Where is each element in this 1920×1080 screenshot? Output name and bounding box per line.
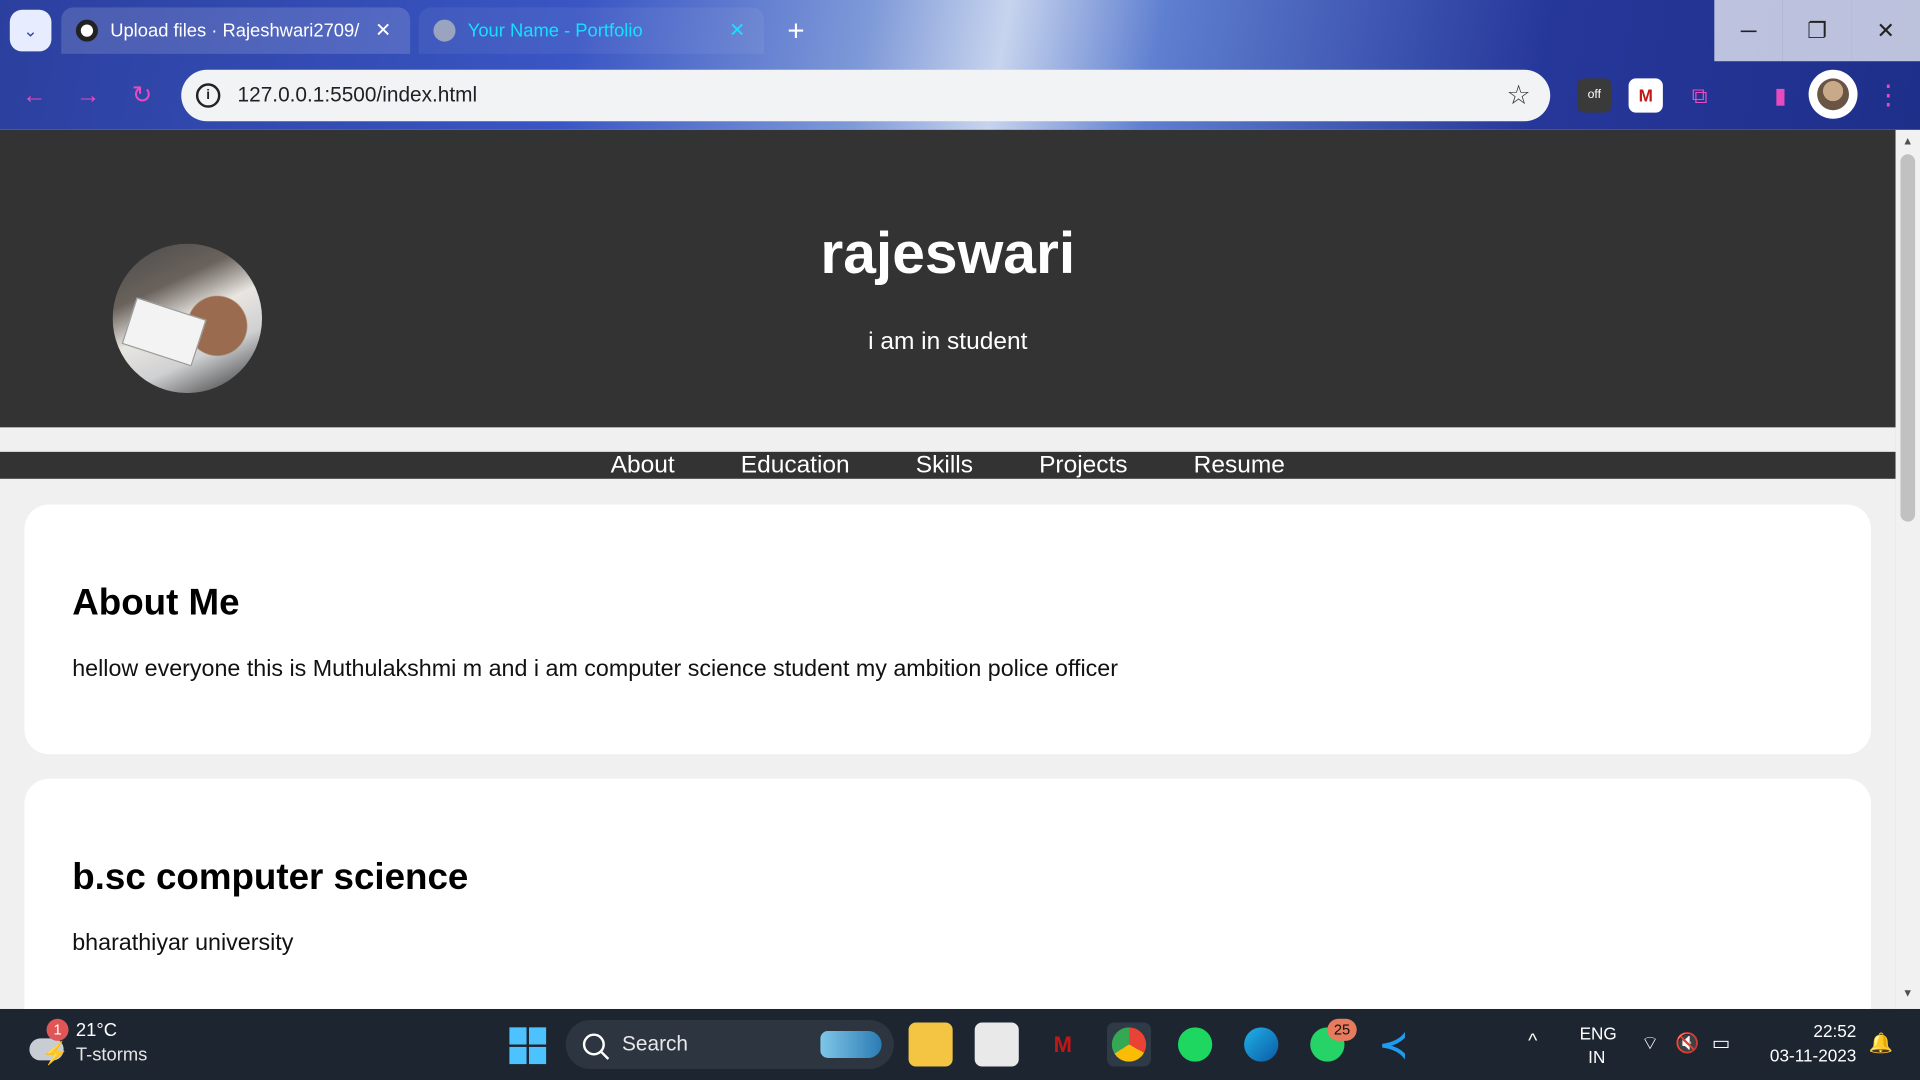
- whatsapp-badge: 25: [1327, 1018, 1357, 1041]
- clock-date[interactable]: 03-11-2023: [1753, 1046, 1856, 1066]
- site-nav: About Education Skills Projects Resume: [0, 451, 1896, 479]
- browser-chrome: ⌄ Upload files · Rajeshwari2709/ ✕ Your …: [0, 0, 1920, 130]
- back-button[interactable]: ←: [17, 78, 51, 112]
- bookmark-star-icon[interactable]: ☆: [1506, 80, 1530, 112]
- search-icon: [582, 1033, 605, 1056]
- puzzle-extensions-icon[interactable]: ⧉: [1682, 78, 1716, 112]
- scroll-up-arrow-icon[interactable]: ▲: [1900, 135, 1915, 147]
- tab-label: Upload files · Rajeshwari2709/: [110, 20, 360, 42]
- mcafee-icon[interactable]: M: [1041, 1022, 1085, 1066]
- minimize-button[interactable]: ─: [1714, 0, 1783, 62]
- weather-condition[interactable]: T-storms: [76, 1044, 147, 1065]
- page-viewport: rajeswari i am in student About Educatio…: [0, 129, 1896, 1009]
- tab-label: Your Name - Portfolio: [467, 20, 643, 42]
- site-header: rajeswari i am in student: [0, 129, 1896, 428]
- nav-link-projects[interactable]: Projects: [1039, 452, 1127, 479]
- screen: ⌄ Upload files · Rajeshwari2709/ ✕ Your …: [0, 0, 1920, 1080]
- about-text: hellow everyone this is Muthulakshmi m a…: [72, 656, 1118, 683]
- clock-time[interactable]: 22:52: [1763, 1021, 1856, 1041]
- education-text: bharathiyar university: [72, 930, 294, 957]
- forward-button[interactable]: →: [71, 78, 105, 112]
- weather-badge: 1: [46, 1018, 69, 1041]
- tab-close-icon[interactable]: ✕: [725, 18, 749, 42]
- address-url[interactable]: 127.0.0.1:5500/index.html: [238, 83, 1507, 107]
- nav-link-resume[interactable]: Resume: [1194, 452, 1285, 479]
- education-heading: b.sc computer science: [72, 857, 469, 898]
- toolbar: ← → ↻ i 127.0.0.1:5500/index.html ☆ off …: [0, 64, 1920, 128]
- taskbar-search-label: Search: [622, 1032, 689, 1056]
- avatar: [1817, 78, 1849, 111]
- spotify-icon[interactable]: [1173, 1022, 1217, 1066]
- new-tab-button[interactable]: +: [779, 15, 813, 49]
- restore-button[interactable]: ❐: [1782, 0, 1852, 62]
- search-highlight-image: [820, 1031, 882, 1058]
- extension-off-icon[interactable]: off: [1577, 78, 1612, 113]
- page-scrollbar[interactable]: ▲ ▼: [1895, 129, 1920, 1009]
- microsoft-store-icon[interactable]: [974, 1022, 1019, 1067]
- address-bar[interactable]: i 127.0.0.1:5500/index.html ☆: [181, 69, 1551, 122]
- volume-muted-icon[interactable]: 🔇: [1675, 1031, 1699, 1055]
- about-section: About Me hellow everyone this is Muthula…: [24, 504, 1872, 755]
- globe-icon: [433, 19, 456, 42]
- tab-upload-files[interactable]: Upload files · Rajeshwari2709/ ✕: [61, 7, 411, 54]
- taskbar-search[interactable]: Search: [565, 1020, 894, 1069]
- site-subtitle: i am in student: [868, 328, 1028, 356]
- nav-link-skills[interactable]: Skills: [916, 452, 973, 479]
- tab-portfolio[interactable]: Your Name - Portfolio ✕: [418, 7, 765, 54]
- nav-link-education[interactable]: Education: [741, 452, 850, 479]
- tab-bar: ⌄ Upload files · Rajeshwari2709/ ✕ Your …: [0, 0, 1920, 64]
- mcafee-extension-icon[interactable]: M: [1628, 78, 1663, 113]
- chrome-icon[interactable]: [1106, 1022, 1152, 1067]
- language-indicator[interactable]: ENG: [1580, 1024, 1617, 1044]
- reload-button[interactable]: ↻: [125, 78, 159, 112]
- nav-link-about[interactable]: About: [611, 452, 675, 479]
- scroll-down-arrow-icon[interactable]: ▼: [1900, 987, 1915, 999]
- notifications-icon[interactable]: 🔔: [1869, 1031, 1893, 1055]
- tray-overflow-icon[interactable]: ^: [1528, 1031, 1537, 1053]
- browser-menu-icon[interactable]: ⋮: [1871, 78, 1905, 112]
- windows-start-icon[interactable]: [509, 1027, 547, 1065]
- weather-temperature[interactable]: 21°C: [76, 1020, 117, 1041]
- battery-icon[interactable]: ▭: [1712, 1031, 1731, 1055]
- language-region[interactable]: IN: [1588, 1047, 1605, 1067]
- edge-icon[interactable]: [1239, 1022, 1283, 1066]
- scroll-thumb[interactable]: [1900, 154, 1916, 522]
- github-icon: [75, 19, 98, 42]
- close-window-button[interactable]: ✕: [1851, 0, 1920, 62]
- site-title: rajeswari: [820, 221, 1076, 287]
- vscode-icon[interactable]: ≺: [1371, 1022, 1415, 1066]
- about-heading: About Me: [72, 582, 240, 624]
- side-panel-icon[interactable]: ▮: [1763, 78, 1797, 112]
- education-section: b.sc computer science bharathiyar univer…: [24, 778, 1872, 1009]
- profile-avatar-button[interactable]: [1808, 69, 1858, 119]
- file-explorer-icon[interactable]: [908, 1022, 953, 1067]
- wifi-icon[interactable]: ⌔: [1641, 1031, 1659, 1055]
- tab-close-icon[interactable]: ✕: [371, 18, 395, 42]
- site-info-icon[interactable]: i: [195, 83, 221, 108]
- tab-search-button[interactable]: ⌄: [9, 9, 52, 52]
- taskbar: ⚡ 1 21°C T-storms Search M 25 ≺ ^ ENG IN…: [0, 1008, 1920, 1080]
